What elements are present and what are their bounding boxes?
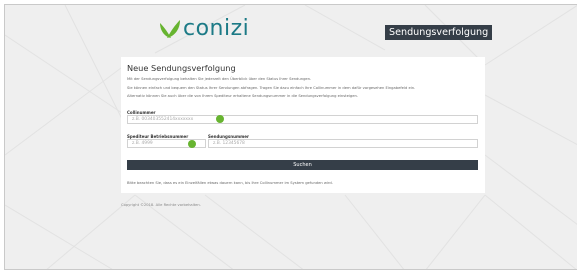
logo-text: conizi [183,16,250,41]
page-title: Sendungsverfolgung [385,25,493,40]
status-ok-icon [216,115,224,123]
status-ok-icon [188,140,196,148]
conizi-logo[interactable]: conizi [157,17,249,41]
info-note: Bitte beachten Sie, dass es ein Einzelfä… [127,181,333,185]
form-heading: Neue Sendungsverfolgung [127,63,236,73]
description-line: Alternativ können Sie auch über die von … [127,94,359,98]
search-button[interactable]: Suchen [127,160,478,170]
leaf-logo-icon [160,20,180,38]
browser-viewport: conizi Sendungsverfolgung Neue Sendungsv… [4,4,577,270]
copyright: Copyright ©2018. Alle Rechte vorbehalten… [121,203,201,207]
description-line: Sie können einfach und bequem den Status… [127,85,416,90]
description-line: Mit der Sendungsverfolgung behalten Sie … [127,77,312,81]
collinummer-input[interactable]: z.B. 003403552414xxxxxxx [127,115,478,124]
tracking-form: Neue Sendungsverfolgung Mit der Sendungs… [121,57,485,193]
sendungsnummer-input[interactable]: z.B. 12345678 [208,139,478,148]
